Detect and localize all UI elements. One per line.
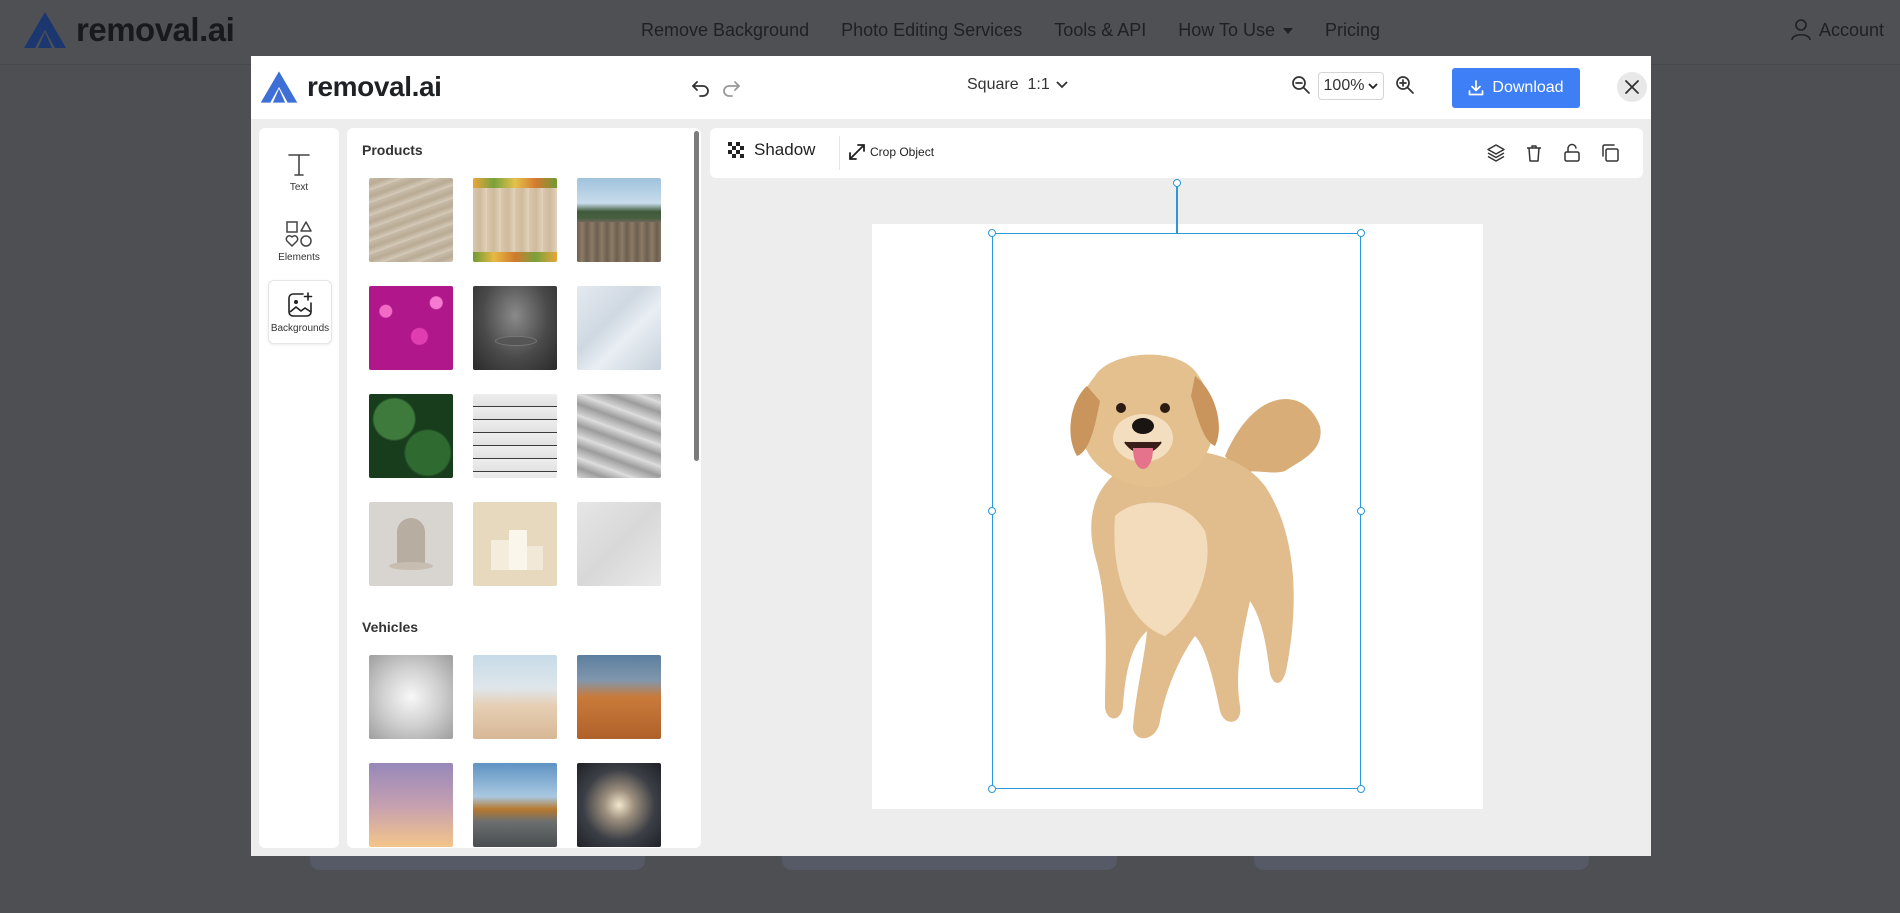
editor-logo-text: removal.ai xyxy=(307,71,442,102)
zoom-in-icon[interactable] xyxy=(1395,75,1415,95)
background-thumb-desert-orange[interactable] xyxy=(577,655,661,739)
shadow-label: Shadow xyxy=(754,140,816,159)
background-thumb-tunnel-white[interactable] xyxy=(369,655,453,739)
editor-header: removal.ai Square 1:1 100% Download xyxy=(251,56,1651,119)
background-thumb-tunnel-dark[interactable] xyxy=(577,763,661,847)
background-thumb-sand[interactable] xyxy=(369,178,453,262)
canvas-size-select[interactable]: Square 1:1 xyxy=(967,76,1068,94)
text-icon xyxy=(288,153,310,176)
image-add-icon xyxy=(288,291,313,317)
checkerboard-icon xyxy=(728,142,744,158)
resize-handle-bottom-left[interactable] xyxy=(988,785,996,793)
crop-object-button[interactable]: Crop Object xyxy=(848,143,934,161)
removal-logo-icon xyxy=(260,71,298,103)
chevron-down-icon xyxy=(1368,82,1379,89)
resize-handle-middle-left[interactable] xyxy=(988,507,996,515)
download-label: Download xyxy=(1492,79,1564,96)
duplicate-icon[interactable] xyxy=(1600,143,1620,163)
user-icon xyxy=(1791,19,1811,41)
site-logo[interactable]: removal.ai xyxy=(22,10,235,50)
background-thumb-desert-light[interactable] xyxy=(473,655,557,739)
resize-handle-middle-right[interactable] xyxy=(1357,507,1365,515)
background-thumb-pier[interactable] xyxy=(577,178,661,262)
rail-text-tool[interactable]: Text xyxy=(268,140,330,202)
object-toolbar: Shadow Crop Object xyxy=(710,128,1643,178)
zoom-value: 100% xyxy=(1323,77,1365,94)
rail-backgrounds-tool[interactable]: Backgrounds xyxy=(268,280,332,344)
rail-elements-tool[interactable]: Elements xyxy=(268,210,330,272)
background-thumb-pink-flowers[interactable] xyxy=(369,286,453,370)
editor-modal: removal.ai Square 1:1 100% Download Text… xyxy=(251,56,1651,856)
crop-object-label: Crop Object xyxy=(870,145,935,159)
background-thumb-arch[interactable] xyxy=(369,502,453,586)
download-icon xyxy=(1469,80,1484,96)
zoom-select[interactable]: 100% xyxy=(1318,72,1384,100)
rail-text-label: Text xyxy=(289,181,309,193)
nav-photo-editing[interactable]: Photo Editing Services xyxy=(841,20,1022,41)
download-button[interactable]: Download xyxy=(1452,68,1580,108)
site-logo-text: removal.ai xyxy=(76,11,235,48)
background-thumb-road-trees[interactable] xyxy=(473,763,557,847)
close-button[interactable] xyxy=(1617,72,1647,102)
canvas-size-label: Square 1:1 xyxy=(967,76,1050,93)
site-nav: Remove Background Photo Editing Services… xyxy=(641,20,1380,41)
rail-elements-label: Elements xyxy=(278,251,320,263)
undo-icon[interactable] xyxy=(690,76,712,98)
close-icon xyxy=(1625,80,1639,94)
toolbar-divider xyxy=(839,136,840,170)
resize-handle-top-left[interactable] xyxy=(988,229,996,237)
nav-how-to-use-label: How To Use xyxy=(1178,20,1275,40)
tool-rail: Text Elements Backgrounds xyxy=(259,128,339,848)
redo-icon[interactable] xyxy=(720,76,742,98)
account-label: Account xyxy=(1818,19,1884,40)
background-thumb-wood-flowers[interactable] xyxy=(473,178,557,262)
unlock-icon[interactable] xyxy=(1562,143,1582,163)
shadow-button[interactable]: Shadow xyxy=(728,140,815,160)
selection-box[interactable] xyxy=(992,233,1361,789)
background-thumb-marble-blue[interactable] xyxy=(577,286,661,370)
nav-tools-api[interactable]: Tools & API xyxy=(1054,20,1146,41)
background-thumb-leaves[interactable] xyxy=(369,394,453,478)
rotate-handle[interactable] xyxy=(1173,179,1181,187)
background-thumb-dark-podium[interactable] xyxy=(473,286,557,370)
crop-expand-icon xyxy=(849,144,865,160)
editor-logo: removal.ai xyxy=(259,69,442,105)
background-thumb-sunset-gradient[interactable] xyxy=(369,763,453,847)
nav-pricing[interactable]: Pricing xyxy=(1325,20,1380,41)
shapes-icon xyxy=(285,220,312,247)
resize-handle-bottom-right[interactable] xyxy=(1357,785,1365,793)
background-thumb-white-planks[interactable] xyxy=(473,394,557,478)
panel-scrollbar[interactable] xyxy=(694,131,699,461)
rotate-handle-line xyxy=(1176,185,1178,233)
zoom-out-icon[interactable] xyxy=(1291,75,1311,95)
resize-handle-top-right[interactable] xyxy=(1357,229,1365,237)
rail-backgrounds-label: Backgrounds xyxy=(270,322,330,334)
account-link[interactable]: Account xyxy=(1791,19,1884,41)
section-title-vehicles: Vehicles xyxy=(362,619,419,635)
background-thumb-marble-white[interactable] xyxy=(577,502,661,586)
section-title-products: Products xyxy=(362,142,423,158)
background-thumb-sand-dunes-gray[interactable] xyxy=(577,394,661,478)
backgrounds-panel: Products Vehicles xyxy=(347,128,701,848)
background-thumb-cylinders[interactable] xyxy=(473,502,557,586)
chevron-down-icon xyxy=(1056,81,1068,89)
trash-icon[interactable] xyxy=(1524,143,1544,163)
nav-how-to-use[interactable]: How To Use xyxy=(1178,20,1293,41)
caret-down-icon xyxy=(1282,28,1293,35)
removal-logo-icon xyxy=(24,12,66,48)
layers-icon[interactable] xyxy=(1486,143,1506,163)
nav-remove-background[interactable]: Remove Background xyxy=(641,20,809,41)
